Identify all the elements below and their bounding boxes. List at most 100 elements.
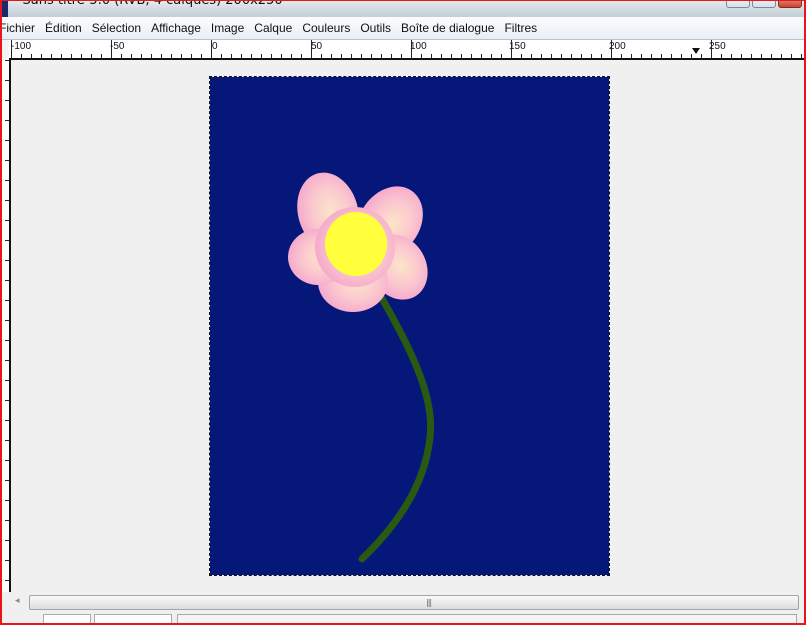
flower-drawing <box>288 172 435 563</box>
statusbar <box>0 612 806 625</box>
ruler-tick <box>301 54 302 58</box>
menu-couleurs[interactable]: Couleurs <box>297 21 355 35</box>
ruler-tick <box>801 54 802 58</box>
ruler-tick <box>21 54 22 58</box>
ruler-tick <box>761 54 762 58</box>
ruler-label: 0 <box>212 41 218 52</box>
close-button[interactable] <box>778 0 802 8</box>
ruler-tick <box>191 54 192 58</box>
ruler-tick <box>751 54 752 58</box>
ruler-tick <box>771 54 772 58</box>
ruler-tick <box>611 40 612 58</box>
ruler-pointer-marker <box>692 48 700 54</box>
horizontal-scrollbar[interactable]: ◂ ||| <box>11 592 806 612</box>
ruler-tick <box>421 54 422 58</box>
ruler-tick <box>281 54 282 58</box>
ruler-tick <box>571 54 572 58</box>
menu-filtres[interactable]: Filtres <box>499 21 542 35</box>
ruler-tick <box>541 54 542 58</box>
ruler-tick <box>411 40 412 58</box>
vertical-ruler[interactable] <box>2 58 11 592</box>
ruler-tick <box>341 54 342 58</box>
image-canvas[interactable] <box>209 76 610 576</box>
zoom-selector[interactable] <box>94 614 172 625</box>
ruler-tick <box>501 54 502 58</box>
ruler-tick <box>381 54 382 58</box>
ruler-tick <box>621 54 622 58</box>
ruler-tick <box>31 54 32 58</box>
menu-image[interactable]: Image <box>206 21 249 35</box>
ruler-tick <box>521 54 522 58</box>
ruler-tick <box>251 54 252 58</box>
menu-outils[interactable]: Outils <box>355 21 396 35</box>
ruler-tick <box>5 460 9 461</box>
ruler-tick <box>5 80 9 81</box>
ruler-tick <box>5 480 9 481</box>
ruler-tick <box>5 240 9 241</box>
ruler-tick <box>5 200 9 201</box>
ruler-tick <box>781 54 782 58</box>
window-titlebar[interactable]: *Sans titre-5.0 (RVB, 4 calques) 200x250 <box>0 0 806 17</box>
scroll-left-icon[interactable]: ◂ <box>15 596 25 608</box>
scrollbar-thumb[interactable]: ||| <box>29 595 799 610</box>
ruler-tick <box>651 54 652 58</box>
ruler-tick <box>551 54 552 58</box>
ruler-tick <box>171 54 172 58</box>
ruler-tick <box>311 40 312 58</box>
ruler-tick <box>5 560 9 561</box>
ruler-tick <box>241 54 242 58</box>
ruler-tick <box>641 54 642 58</box>
flower-stem <box>358 291 435 563</box>
unit-selector[interactable] <box>43 614 91 625</box>
ruler-tick <box>5 440 9 441</box>
ruler-tick <box>11 40 12 58</box>
menu-calque[interactable]: Calque <box>249 21 297 35</box>
ruler-tick <box>5 220 9 221</box>
menu-affichage[interactable]: Affichage <box>146 21 206 35</box>
ruler-tick <box>371 54 372 58</box>
ruler-tick <box>101 54 102 58</box>
ruler-tick <box>731 54 732 58</box>
ruler-tick <box>5 60 9 61</box>
ruler-tick <box>201 54 202 58</box>
scroll-grip-icon: ||| <box>426 598 432 607</box>
ruler-tick <box>5 380 9 381</box>
ruler-tick <box>5 500 9 501</box>
menu-boite-de-dialogue[interactable]: Boîte de dialogue <box>396 21 499 35</box>
ruler-tick <box>531 54 532 58</box>
ruler-tick <box>5 420 9 421</box>
menu-edition[interactable]: Édition <box>40 21 87 35</box>
ruler-tick <box>681 54 682 58</box>
ruler-tick <box>581 54 582 58</box>
ruler-tick <box>5 300 9 301</box>
ruler-tick <box>5 340 9 341</box>
app-icon <box>2 0 8 17</box>
horizontal-ruler[interactable]: -100 -50 0 50 100 150 200 250 <box>9 40 806 60</box>
ruler-tick <box>181 54 182 58</box>
status-message <box>177 614 797 625</box>
ruler-tick <box>151 54 152 58</box>
ruler-tick <box>491 54 492 58</box>
ruler-tick <box>211 40 212 58</box>
ruler-tick <box>5 540 9 541</box>
ruler-tick <box>161 54 162 58</box>
ruler-tick <box>91 54 92 58</box>
ruler-tick <box>131 54 132 58</box>
ruler-tick <box>5 280 9 281</box>
ruler-tick <box>561 54 562 58</box>
menu-fichier[interactable]: Fichier <box>0 21 40 35</box>
menu-selection[interactable]: Sélection <box>87 21 146 35</box>
ruler-label: 50 <box>311 41 323 52</box>
ruler-corner[interactable] <box>0 40 9 58</box>
flower-center <box>325 212 387 276</box>
ruler-label: -50 <box>110 41 125 52</box>
minimize-button[interactable] <box>726 0 750 8</box>
ruler-tick <box>631 54 632 58</box>
maximize-button[interactable] <box>752 0 776 8</box>
ruler-tick <box>671 54 672 58</box>
ruler-tick <box>5 320 9 321</box>
ruler-tick <box>41 54 42 58</box>
ruler-tick <box>661 54 662 58</box>
ruler-tick <box>221 54 222 58</box>
ruler-tick <box>401 54 402 58</box>
